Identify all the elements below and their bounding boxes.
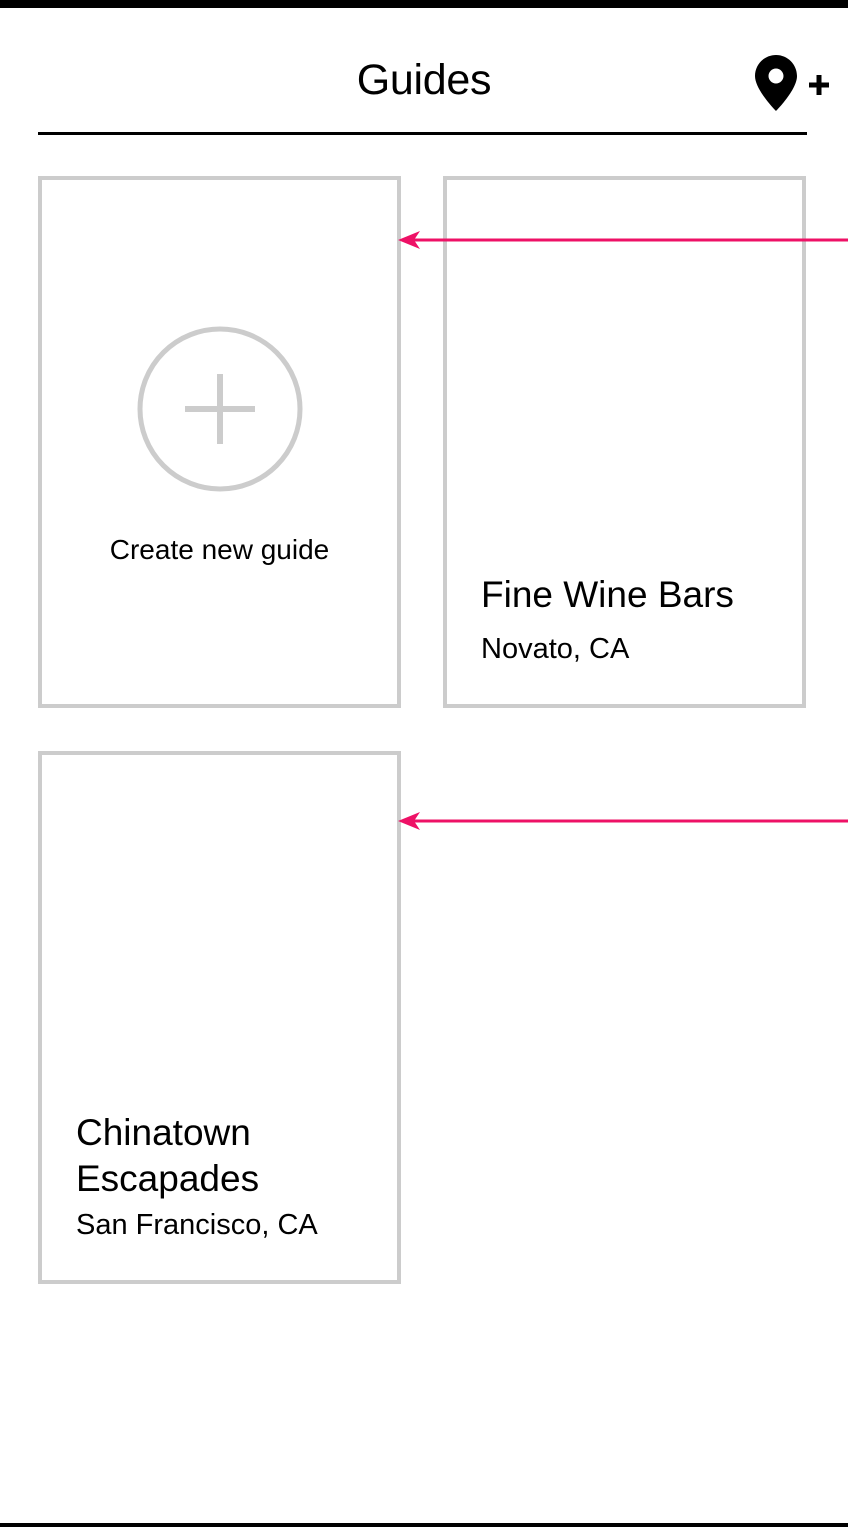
page-title: Guides xyxy=(356,56,492,104)
guide-card-fine-wine-bars[interactable]: Fine Wine Bars Novato, CA xyxy=(443,176,806,708)
add-location-button[interactable] xyxy=(752,52,836,116)
create-new-guide-card[interactable]: Create new guide xyxy=(38,176,401,708)
guide-title: Fine Wine Bars xyxy=(481,574,734,615)
annotation-arrow xyxy=(398,812,848,830)
guide-location: San Francisco, CA xyxy=(76,1209,318,1241)
guide-card-chinatown-escapades[interactable]: Chinatown Escapades San Francisco, CA xyxy=(38,751,401,1284)
annotation-arrow xyxy=(398,231,848,249)
header-divider xyxy=(38,132,807,135)
create-new-guide-label: Create new guide xyxy=(109,534,330,565)
plus-icon xyxy=(809,75,829,95)
guide-title: Chinatown Escapades xyxy=(76,1112,260,1199)
plus-circle-icon xyxy=(137,326,303,492)
bottom-bar xyxy=(0,1523,848,1527)
guide-info: Chinatown Escapades San Francisco, CA xyxy=(76,1110,377,1244)
top-bar xyxy=(0,0,848,8)
guide-location: Novato, CA xyxy=(481,633,630,665)
map-pin-icon xyxy=(755,55,797,111)
guide-info: Fine Wine Bars Novato, CA xyxy=(481,572,782,668)
